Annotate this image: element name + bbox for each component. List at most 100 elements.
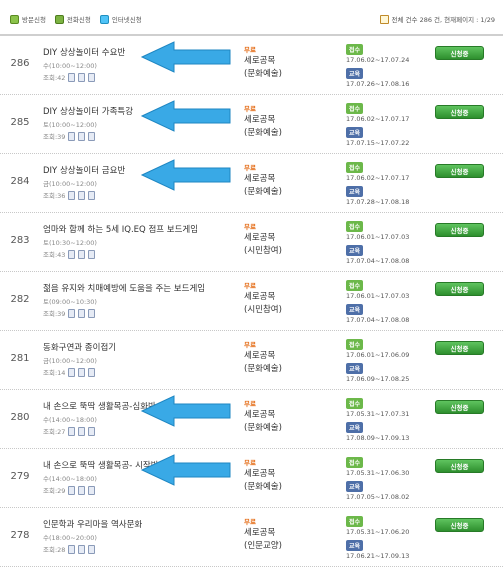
phone-method-icon	[78, 308, 86, 318]
apply-period-badge: 접수	[346, 339, 364, 350]
apply-status-button[interactable]: 신청중	[435, 164, 484, 178]
visit-method-icon	[68, 485, 76, 495]
row-meta: 조회:42	[43, 72, 96, 82]
program-title-link[interactable]: DIY 상상놀이터 가족특강	[43, 105, 133, 117]
phone-method-icon	[78, 190, 86, 200]
apply-period: 17.06.02~17.07.24	[346, 56, 410, 64]
program-time: 수(14:00~18:00)	[43, 416, 97, 424]
phone-method-icon	[78, 544, 86, 554]
apply-period-badge: 접수	[346, 516, 364, 527]
legend-internet-label: 인터넷신청	[111, 16, 142, 24]
apply-status-button[interactable]: 신청중	[435, 105, 484, 119]
apply-status-button[interactable]: 신청중	[435, 46, 484, 60]
view-count: 조회:39	[43, 133, 66, 141]
program-category: 세로공목 (문화예술)	[244, 173, 282, 199]
internet-method-icon	[88, 190, 96, 200]
visit-method-icon	[68, 308, 76, 318]
apply-period-badge: 접수	[346, 162, 364, 173]
program-title-link[interactable]: DIY 상상놀이터 수요반	[43, 46, 125, 58]
apply-period: 17.05.31~17.06.30	[346, 469, 410, 477]
row-meta: 조회:14	[43, 367, 96, 377]
program-title-link[interactable]: DIY 상상놀이터 금요반	[43, 164, 125, 176]
view-count: 조회:39	[43, 310, 66, 318]
fee-label: 무료	[244, 282, 256, 290]
program-title-link[interactable]: 젊음 유지와 치매예방에 도움을 주는 보드게임	[43, 282, 205, 294]
edu-period: 17.07.28~17.08.18	[346, 198, 410, 206]
view-count: 조회:28	[43, 546, 66, 554]
view-count: 조회:43	[43, 251, 66, 259]
phone-method-icon	[78, 249, 86, 259]
program-list: 286 DIY 상상놀이터 수요반 수(10:00~12:00) 조회:42 무…	[0, 36, 503, 567]
program-time: 토(10:00~12:00)	[43, 121, 97, 129]
row-meta: 조회:28	[43, 544, 96, 554]
visit-method-icon	[68, 544, 76, 554]
visit-method-icon	[68, 367, 76, 377]
apply-status-button[interactable]: 신청중	[435, 341, 484, 355]
edu-period: 17.06.21~17.09.13	[346, 552, 410, 560]
program-time: 토(10:30~12:00)	[43, 239, 97, 247]
row-number: 284	[10, 176, 30, 187]
fee-label: 무료	[244, 459, 256, 467]
internet-method-icon	[88, 544, 96, 554]
fee-label: 무료	[244, 400, 256, 408]
category-name: (문화예술)	[244, 364, 282, 374]
row-meta: 조회:43	[43, 249, 96, 259]
view-count: 조회:14	[43, 369, 66, 377]
pointer-arrow-icon	[140, 159, 231, 191]
program-title-link[interactable]: 엄마와 함께 하는 5세 IQ.EQ 점프 보드게임	[43, 223, 198, 235]
apply-period: 17.05.31~17.06.20	[346, 528, 410, 536]
category-name: (문화예술)	[244, 482, 282, 492]
row-number: 283	[10, 235, 30, 246]
apply-period: 17.06.01~17.06.09	[346, 351, 410, 359]
fee-label: 무료	[244, 164, 256, 172]
row-meta: 조회:29	[43, 485, 96, 495]
page-summary: 전체 건수 286 건, 현재페이지 : 1/29	[379, 12, 495, 26]
internet-method-icon	[88, 367, 96, 377]
apply-status-button[interactable]: 신청중	[435, 282, 484, 296]
apply-status-button[interactable]: 신청중	[435, 518, 484, 532]
apply-status-button[interactable]: 신청중	[435, 223, 484, 237]
apply-period-badge: 접수	[346, 44, 364, 55]
legend-visit-label: 방문신청	[22, 16, 46, 24]
program-title-link[interactable]: 인문학과 우리마을 역사문화	[43, 518, 142, 530]
pointer-arrow-icon	[140, 41, 231, 73]
program-row: 282 젊음 유지와 치매예방에 도움을 주는 보드게임 토(09:00~10:…	[0, 272, 503, 331]
internet-apply-icon	[99, 14, 109, 24]
phone-method-icon	[78, 485, 86, 495]
program-category: 세로공목 (문화예술)	[244, 350, 282, 376]
edu-period-badge: 교육	[346, 186, 364, 197]
place-name: 세로공목	[244, 233, 276, 243]
place-name: 세로공목	[244, 292, 276, 302]
apply-status-button[interactable]: 신청중	[435, 400, 484, 414]
program-category: 세로공목 (시민참여)	[244, 291, 282, 317]
edu-period: 17.07.04~17.08.08	[346, 316, 410, 324]
apply-period: 17.06.01~17.07.03	[346, 292, 410, 300]
program-title-link[interactable]: 내 손으로 뚝딱 생활목공-심화반	[43, 400, 156, 412]
visit-method-icon	[68, 190, 76, 200]
internet-method-icon	[88, 485, 96, 495]
program-row: 286 DIY 상상놀이터 수요반 수(10:00~12:00) 조회:42 무…	[0, 36, 503, 95]
row-number: 279	[10, 471, 30, 482]
apply-status-button[interactable]: 신청중	[435, 459, 484, 473]
view-count: 조회:36	[43, 192, 66, 200]
row-meta: 조회:27	[43, 426, 96, 436]
fee-label: 무료	[244, 518, 256, 526]
category-name: (문화예술)	[244, 128, 282, 138]
program-title-link[interactable]: 동화구연과 종이접기	[43, 341, 116, 353]
memo-icon	[379, 14, 389, 24]
fee-label: 무료	[244, 46, 256, 54]
place-name: 세로공목	[244, 528, 276, 538]
visit-method-icon	[68, 426, 76, 436]
phone-method-icon	[78, 426, 86, 436]
row-number: 280	[10, 412, 30, 423]
edu-period-badge: 교육	[346, 540, 364, 551]
program-row: 283 엄마와 함께 하는 5세 IQ.EQ 점프 보드게임 토(10:30~1…	[0, 213, 503, 272]
apply-period: 17.06.02~17.07.17	[346, 174, 410, 182]
program-time: 수(14:00~18:00)	[43, 475, 97, 483]
apply-period: 17.05.31~17.07.31	[346, 410, 410, 418]
edu-period-badge: 교육	[346, 363, 364, 374]
view-count: 조회:29	[43, 487, 66, 495]
program-row: 285 DIY 상상놀이터 가족특강 토(10:00~12:00) 조회:39 …	[0, 95, 503, 154]
internet-method-icon	[88, 426, 96, 436]
place-name: 세로공목	[244, 351, 276, 361]
